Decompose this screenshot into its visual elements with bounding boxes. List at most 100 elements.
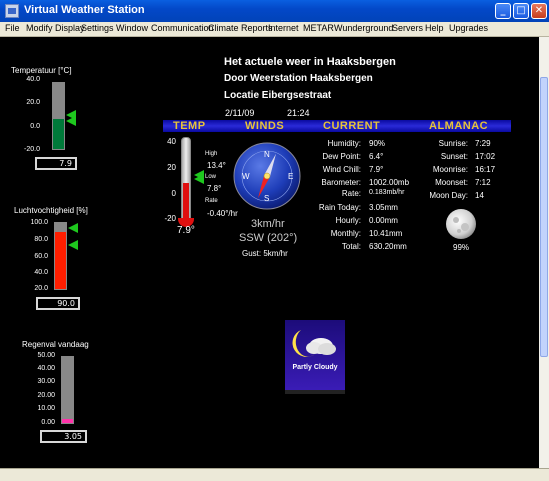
menu-file[interactable]: File: [5, 23, 20, 33]
partly-cloudy-icon: [292, 330, 336, 357]
side-hum-label: Luchtvochtigheid [%]: [14, 206, 88, 215]
vertical-scrollbar[interactable]: [539, 37, 549, 468]
section-current: CURRENT: [323, 120, 381, 132]
title-bar: Virtual Weather Station _ □ ✕: [0, 0, 549, 22]
menu-wunderground[interactable]: Wunderground: [334, 23, 393, 33]
side-rain-tick-50: 50.00: [37, 352, 55, 359]
header-title: Het actuele weer in Haaksbergen: [224, 56, 396, 68]
menu-servers[interactable]: Servers: [392, 23, 423, 33]
minimize-button[interactable]: _: [495, 3, 511, 19]
forecast-label: Partly Cloudy: [292, 364, 338, 371]
window-title: Virtual Weather Station: [24, 4, 145, 16]
temp-rate-label: Rate: [205, 198, 218, 204]
current-label-rain-today: Rain Today:: [318, 203, 361, 212]
almanac-label-moonset: Moonset:: [435, 178, 468, 187]
side-hum-tick-40: 40.0: [34, 269, 48, 276]
current-label-windchill: Wind Chill:: [322, 165, 361, 174]
side-rain-fill: [62, 419, 73, 423]
current-value-hourly: 0.00mm: [369, 216, 398, 225]
current-label-rate: Rate:: [341, 189, 361, 198]
current-label-monthly: Monthly:: [330, 229, 361, 238]
menu-internet[interactable]: Internet: [268, 23, 299, 33]
side-hum-low-marker: [68, 240, 78, 250]
temp-high-label: High: [205, 151, 218, 157]
side-rain-tick-10: 10.00: [37, 405, 55, 412]
wind-gust: Gust: 5km/hr: [242, 249, 288, 258]
temp-thermometer: [181, 137, 191, 223]
menu-modify-display[interactable]: Modify Display: [26, 23, 85, 33]
side-temp-label: Temperatuur [°C]: [11, 66, 72, 75]
scrollbar-thumb[interactable]: [540, 77, 548, 357]
menu-bar: File Modify Display Settings Window Comm…: [0, 22, 549, 37]
side-rain-label: Regenval vandaag: [22, 340, 89, 349]
current-value-dewpoint: 6.4°: [369, 152, 384, 161]
side-hum-fill: [55, 231, 66, 289]
wind-compass-n: N: [264, 150, 270, 159]
temp-tick-0: 0: [171, 189, 176, 198]
side-temp-tick-40: 40.0: [26, 76, 40, 83]
almanac-value-moonrise: 16:17: [475, 165, 496, 174]
menu-upgrades[interactable]: Upgrades: [449, 23, 488, 33]
menu-help[interactable]: Help: [425, 23, 444, 33]
header-date: 2/11/09: [225, 108, 255, 118]
side-hum-tick-80: 80.0: [34, 236, 48, 243]
current-label-hourly: Hourly:: [335, 216, 361, 225]
current-value-rain-today: 3.05mm: [369, 203, 398, 212]
section-winds: WINDS: [245, 120, 285, 132]
almanac-value-sunset: 17:02: [475, 152, 496, 161]
side-hum-value: 90.0: [36, 297, 80, 310]
side-rain-tick-0: 0.00: [41, 419, 55, 426]
temp-rate-value: -0.40°/hr: [207, 209, 238, 218]
side-temp-tick-m20: -20.0: [24, 146, 40, 153]
side-rain-tick-30: 30.00: [37, 378, 55, 385]
header-time: 21:24: [287, 108, 310, 118]
side-rain-tick-40: 40.00: [37, 365, 55, 372]
current-value-rate: 0.183mb/hr: [369, 189, 405, 196]
temp-thermometer-fill: [183, 183, 189, 222]
current-value-windchill: 7.9°: [369, 165, 384, 174]
side-rain-value: 3.05: [40, 430, 87, 443]
side-hum-high-marker: [68, 223, 78, 233]
current-value-barometer: 1002.00mb: [369, 178, 410, 187]
maximize-button[interactable]: □: [513, 3, 529, 19]
current-label-barometer: Barometer:: [321, 178, 361, 187]
side-hum-gauge: [54, 222, 67, 290]
wind-direction: SSW (202°): [239, 232, 298, 244]
side-temp-low-marker: [66, 116, 76, 126]
current-label-dewpoint: Dew Point:: [322, 152, 361, 161]
side-temp-tick-0: 0.0: [30, 123, 40, 130]
temp-current-value: 7.9°: [177, 225, 195, 236]
header-location: Locatie Eibergsestraat: [224, 90, 332, 101]
side-temp-gauge: [52, 82, 65, 150]
temp-high-value: 13.4°: [207, 161, 226, 170]
section-header-band: TEMP WINDS CURRENT ALMANAC: [163, 120, 511, 132]
side-temp-tick-20: 20.0: [26, 99, 40, 106]
almanac-value-moonset: 7:12: [475, 178, 491, 187]
forecast-icon: Partly Cloudy: [285, 320, 345, 390]
temp-low-marker: [194, 174, 204, 184]
almanac-label-sunrise: Sunrise:: [438, 139, 468, 148]
temp-tick-40: 40: [167, 137, 176, 146]
close-button[interactable]: ✕: [531, 3, 547, 19]
menu-communication[interactable]: Communication: [151, 23, 214, 33]
wind-compass-e: E: [288, 172, 294, 181]
almanac-value-sunrise: 7:29: [475, 139, 491, 148]
current-label-humidity: Humidity:: [327, 139, 361, 148]
almanac-label-moonrise: Moonrise:: [432, 165, 468, 174]
side-hum-tick-20: 20.0: [34, 285, 48, 292]
menu-climate-reports[interactable]: Climate Reports: [208, 23, 273, 33]
side-hum-tick-100: 100.0: [30, 219, 48, 226]
menu-settings[interactable]: Settings: [81, 23, 114, 33]
almanac-label-moonday: Moon Day:: [429, 191, 468, 200]
forecast-shadow: [285, 390, 345, 394]
menu-window[interactable]: Window: [116, 23, 148, 33]
moon-phase-icon: [446, 209, 476, 239]
almanac-value-moonday: 14: [475, 191, 484, 200]
temp-low-value: 7.8°: [207, 184, 222, 193]
app-icon: [5, 4, 19, 18]
section-almanac: ALMANAC: [429, 120, 489, 132]
header-station: Door Weerstation Haaksbergen: [224, 73, 373, 84]
current-label-total: Total:: [341, 242, 361, 251]
menu-metar[interactable]: METAR: [303, 23, 334, 33]
wind-compass-w: W: [242, 172, 250, 181]
